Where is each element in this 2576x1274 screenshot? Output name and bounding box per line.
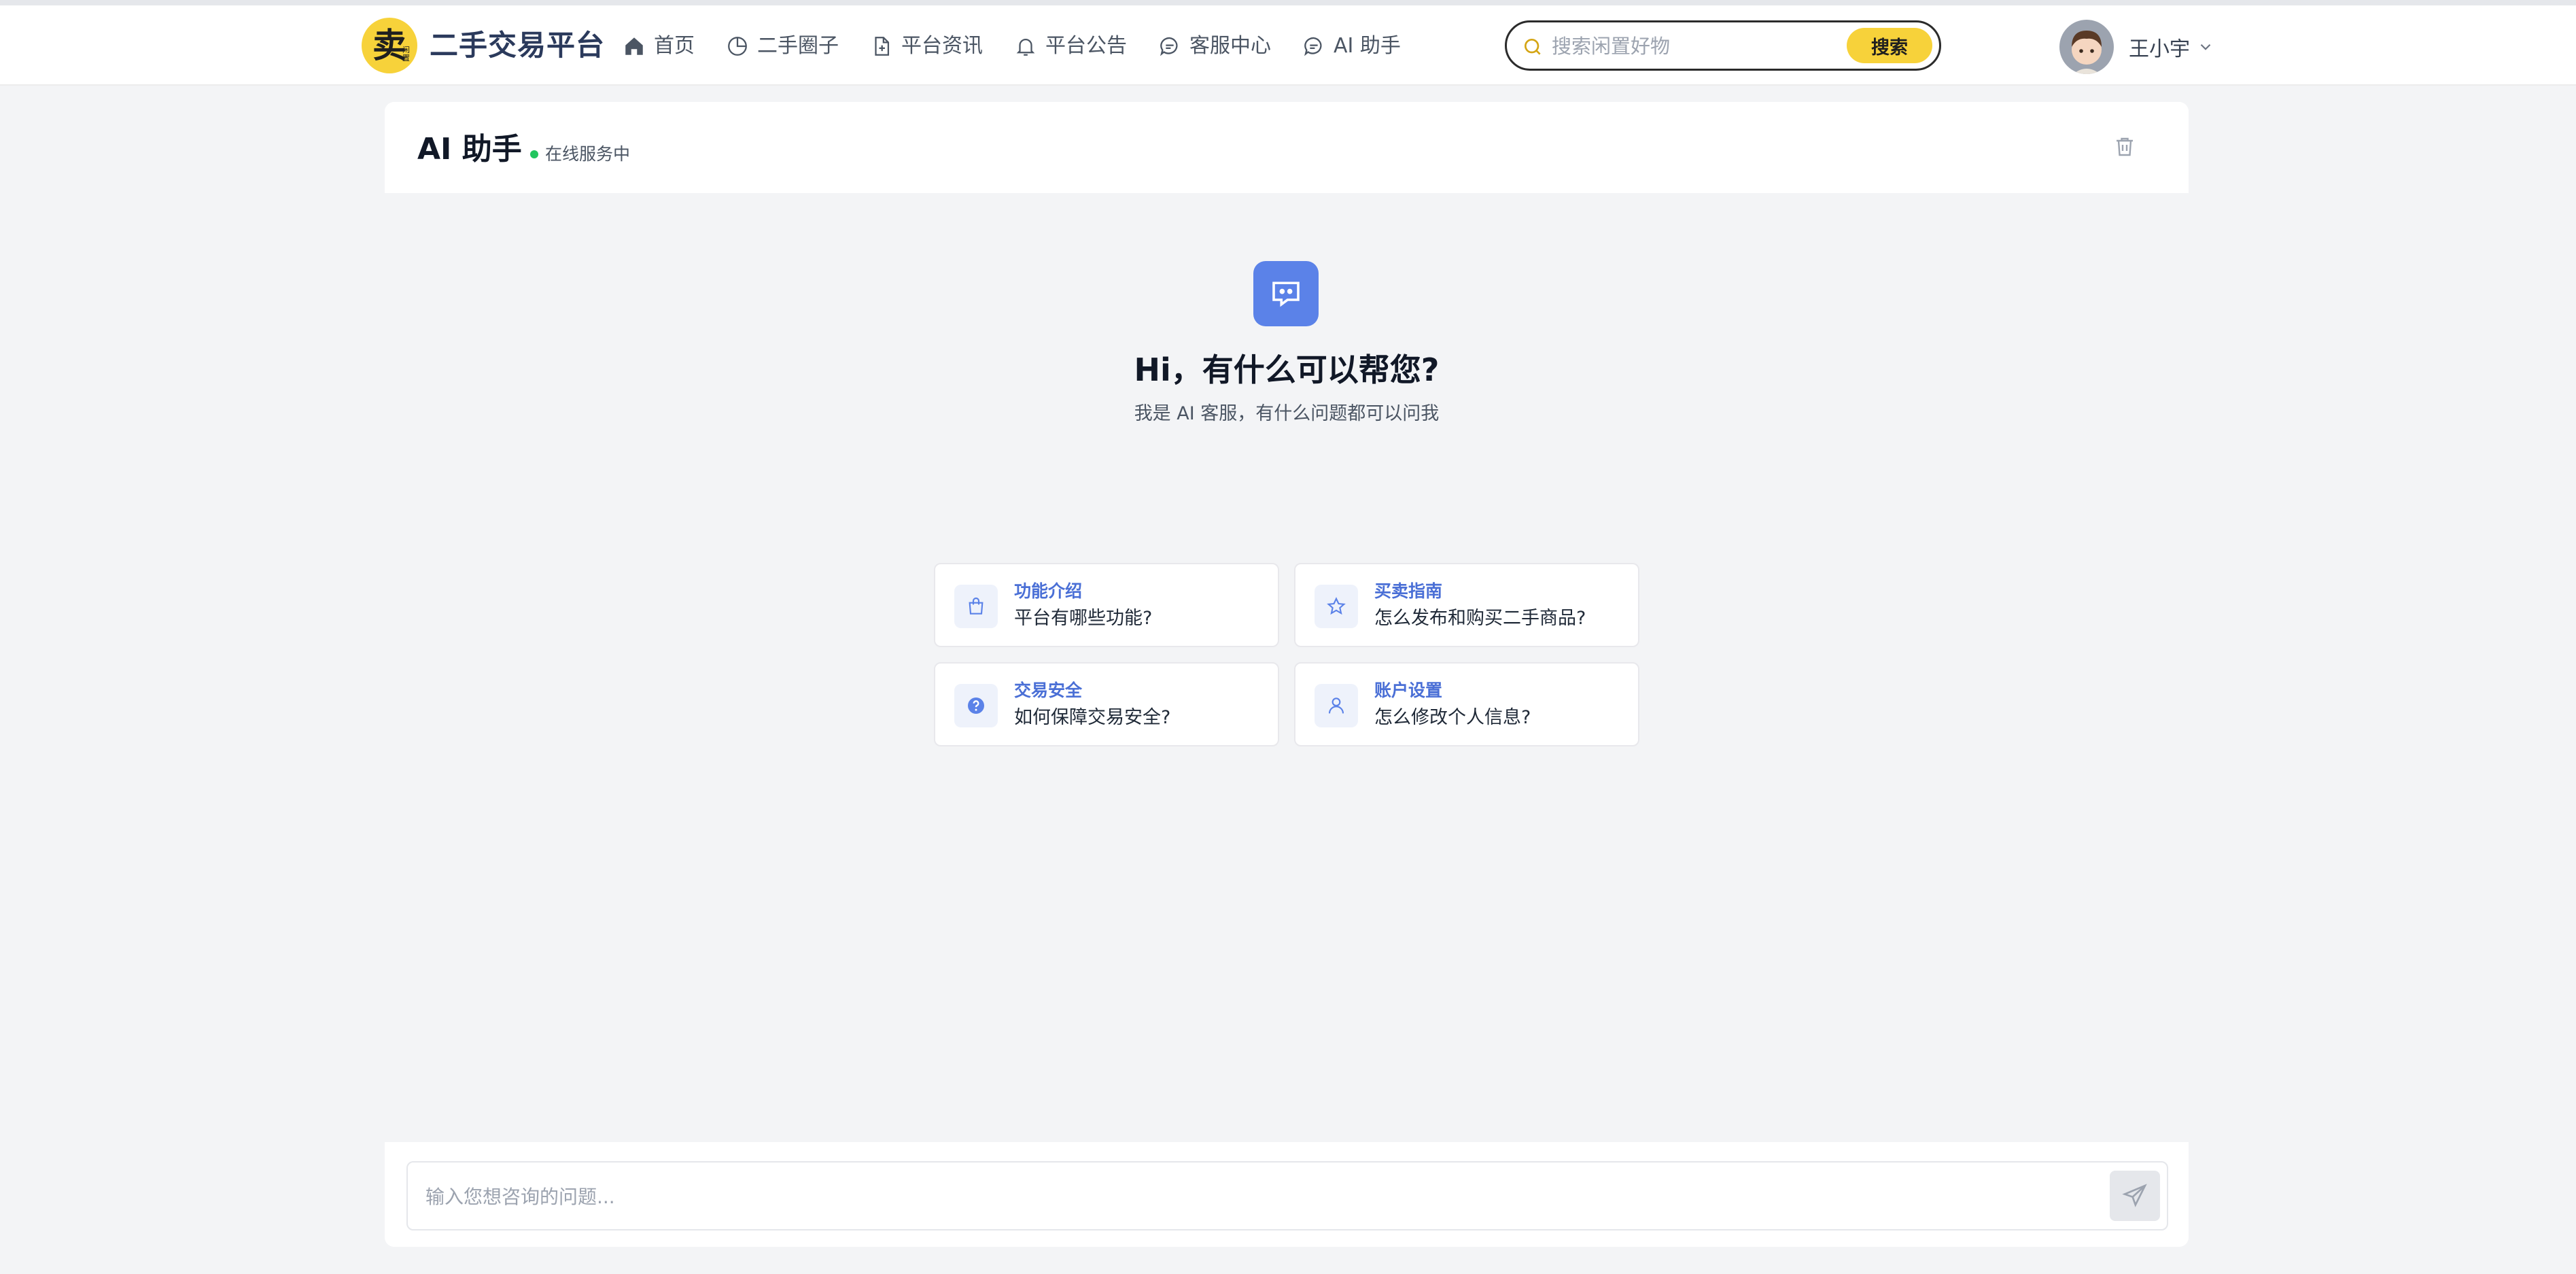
quick-question-card[interactable]: 功能介绍 平台有哪些功能? bbox=[934, 563, 1279, 647]
greeting-heading: Hi，有什么可以帮您? bbox=[1134, 351, 1440, 388]
quick-question-text: 如何保障交易安全? bbox=[1014, 707, 1171, 728]
chat-bubble-icon bbox=[1160, 37, 1178, 56]
search-icon bbox=[1525, 39, 1541, 55]
nav-item-label: 客服中心 bbox=[1189, 34, 1271, 58]
quick-question-title: 交易安全 bbox=[1014, 681, 1083, 700]
top-header: 卖 闲置 二手交易平台 首页 二手圈子 平台资讯 平台公告 客服中心 AI 助手 bbox=[0, 5, 2576, 86]
send-icon bbox=[2122, 1184, 2147, 1207]
user-icon bbox=[1328, 698, 1344, 714]
nav-item-circle[interactable]: 二手圈子 bbox=[726, 29, 839, 64]
page-title: AI 助手 bbox=[417, 132, 522, 167]
nav-item-label: 二手圈子 bbox=[757, 34, 839, 58]
user-name: 王小宇 bbox=[2129, 37, 2190, 61]
logo-small-text: 闲置 bbox=[402, 45, 410, 63]
quick-question-title: 账户设置 bbox=[1374, 681, 1443, 700]
star-icon bbox=[1327, 597, 1346, 615]
quick-question-icon-box bbox=[1315, 684, 1358, 727]
ai-assistant-panel: AI 助手 在线服务中 Hi，有什么可以帮您? 我是 AI 客服，有什么问题都可… bbox=[385, 102, 2189, 1247]
chevron-down-icon bbox=[2200, 44, 2211, 50]
send-button[interactable] bbox=[2110, 1171, 2160, 1221]
top-border bbox=[0, 0, 2576, 5]
panel-header: AI 助手 在线服务中 bbox=[385, 102, 2189, 193]
brand-logo[interactable]: 卖 闲置 bbox=[362, 18, 417, 73]
trash-icon[interactable] bbox=[2112, 135, 2137, 159]
chat-bot-icon bbox=[1272, 281, 1300, 307]
chat-input[interactable] bbox=[425, 1180, 2057, 1213]
chat-area: Hi，有什么可以帮您? 我是 AI 客服，有什么问题都可以问我 功能介绍 平台有… bbox=[385, 193, 2189, 1142]
search-button[interactable]: 搜索 bbox=[1847, 28, 1932, 63]
quick-question-card[interactable]: 账户设置 怎么修改个人信息? bbox=[1294, 662, 1639, 746]
quick-question-icon-box bbox=[1315, 585, 1358, 628]
quick-question-icon-box bbox=[954, 684, 998, 727]
status-badge: 在线服务中 bbox=[530, 143, 630, 166]
logo-glyph: 卖 bbox=[372, 26, 406, 65]
nav-item-support[interactable]: 客服中心 bbox=[1158, 29, 1271, 64]
nav-item-label: 首页 bbox=[654, 34, 695, 58]
quick-question-text: 平台有哪些功能? bbox=[1014, 608, 1153, 629]
question-circle-icon bbox=[968, 698, 984, 714]
search-input[interactable] bbox=[1552, 31, 1837, 62]
quick-question-text: 怎么发布和购买二手商品? bbox=[1374, 608, 1586, 629]
bell-icon bbox=[1016, 39, 1035, 56]
search-bar: 搜索 bbox=[1505, 20, 1941, 71]
chat-input-bar bbox=[385, 1142, 2189, 1247]
status-text: 在线服务中 bbox=[545, 144, 631, 164]
document-plus-icon bbox=[875, 37, 890, 56]
nav-item-label: AI 助手 bbox=[1334, 34, 1401, 58]
nav-item-news[interactable]: 平台资讯 bbox=[870, 29, 983, 64]
nav-item-announcements[interactable]: 平台公告 bbox=[1014, 29, 1127, 64]
chat-bubble-icon bbox=[1304, 37, 1322, 56]
brand-name[interactable]: 二手交易平台 bbox=[430, 26, 605, 65]
greeting-subtitle: 我是 AI 客服，有什么问题都可以问我 bbox=[1134, 403, 1440, 424]
avatar-image bbox=[2059, 20, 2114, 74]
quick-question-card[interactable]: 交易安全 如何保障交易安全? bbox=[934, 662, 1279, 746]
home-icon bbox=[625, 37, 643, 55]
nav-item-ai-assistant[interactable]: AI 助手 bbox=[1302, 29, 1401, 64]
pie-chart-icon bbox=[728, 37, 747, 56]
main-nav: 首页 二手圈子 平台资讯 平台公告 客服中心 AI 助手 bbox=[623, 29, 1432, 64]
nav-item-label: 平台公告 bbox=[1045, 34, 1127, 58]
quick-question-text: 怎么修改个人信息? bbox=[1374, 707, 1531, 728]
bot-icon bbox=[1253, 261, 1319, 326]
quick-question-card[interactable]: 买卖指南 怎么发布和购买二手商品? bbox=[1294, 563, 1639, 647]
quick-question-icon-box bbox=[954, 585, 998, 628]
nav-item-label: 平台资讯 bbox=[901, 34, 983, 58]
shopping-bag-icon bbox=[969, 597, 984, 615]
avatar[interactable] bbox=[2059, 20, 2114, 74]
quick-question-title: 买卖指南 bbox=[1374, 581, 1443, 601]
chat-input-box bbox=[406, 1161, 2168, 1230]
user-menu[interactable]: 王小宇 bbox=[2059, 19, 2214, 75]
quick-question-title: 功能介绍 bbox=[1014, 581, 1083, 601]
nav-item-home[interactable]: 首页 bbox=[623, 29, 695, 64]
online-dot bbox=[530, 150, 538, 158]
